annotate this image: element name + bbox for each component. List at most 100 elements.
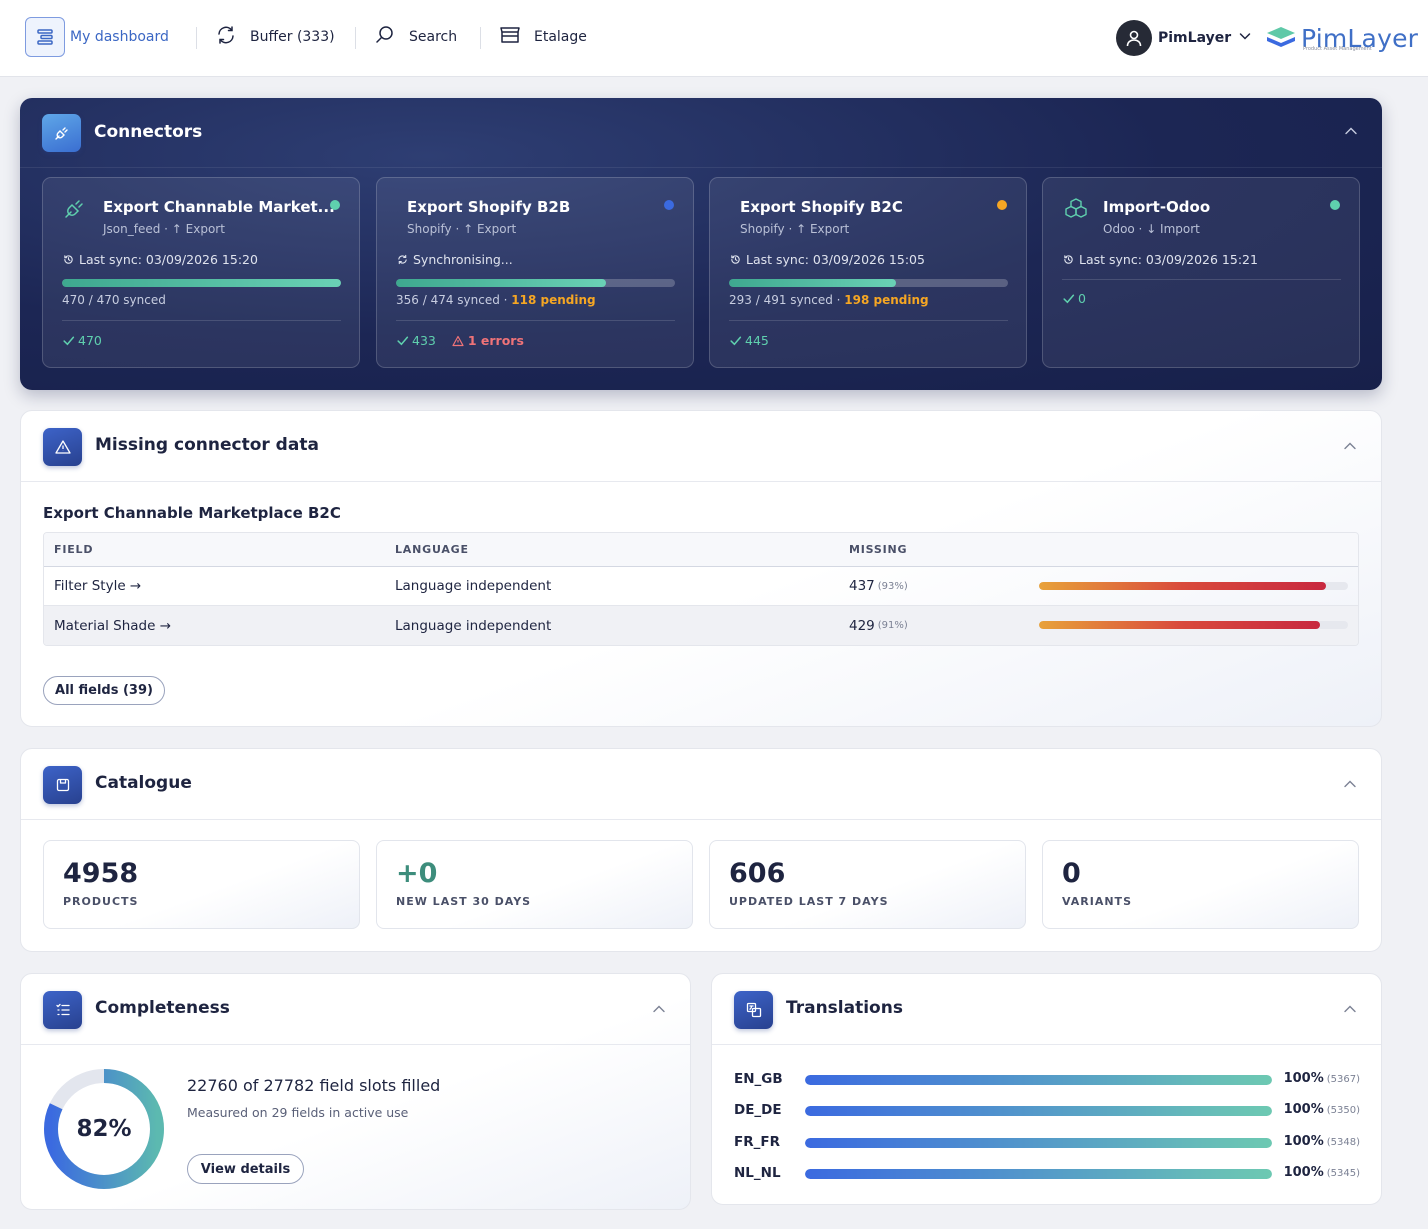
nav-etalage-label: Etalage <box>534 29 587 45</box>
missing-count: 429 (91%) <box>849 606 908 645</box>
translation-bar <box>805 1169 1272 1179</box>
translation-bar-fill <box>805 1075 1272 1085</box>
translation-bar <box>805 1138 1272 1148</box>
nav-my-dashboard[interactable]: My dashboard <box>25 17 169 57</box>
success-count-value: 0 <box>1078 291 1086 306</box>
missing-count-value: 429 <box>849 617 875 634</box>
check-icon <box>397 336 409 346</box>
connector-card[interactable]: Export Channable Market... Json_feed · ↑… <box>42 177 360 368</box>
catalogue-header: Catalogue <box>21 749 1381 820</box>
translations-header: Translations <box>712 974 1381 1045</box>
nav-etalage[interactable]: Etalage <box>498 17 587 57</box>
field-link[interactable]: Filter Style → <box>54 567 141 605</box>
language-code: FR_FR <box>734 1134 780 1150</box>
field-link[interactable]: Material Shade → <box>54 606 171 645</box>
kpi-value: +0 <box>396 858 438 889</box>
catalogue-panel: Catalogue 4958 PRODUCTS +0 NEW LAST 30 D… <box>20 748 1382 952</box>
missing-count: 437 (93%) <box>849 567 908 605</box>
connector-card[interactable]: Import-Odoo Odoo · ↓ Import Last sync: 0… <box>1042 177 1360 368</box>
chevron-down-icon <box>1238 29 1252 47</box>
nav-buffer[interactable]: Buffer (333) <box>215 17 335 57</box>
user-menu[interactable]: PimLayer <box>1116 20 1252 56</box>
translation-value: 100% (5367) <box>1284 1069 1360 1090</box>
missing-data-panel: Missing connector data Export Channable … <box>20 410 1382 727</box>
collapse-chevron-icon[interactable] <box>1343 1002 1357 1016</box>
sync-progress-bar <box>729 279 1008 287</box>
check-icon <box>63 336 75 346</box>
status-dot <box>1330 200 1340 210</box>
top-navigation: My dashboard Buffer (333) Search Etalage… <box>0 0 1428 77</box>
missing-data-title: Missing connector data <box>95 435 319 455</box>
sync-progress-fill <box>396 279 606 287</box>
connector-subheading: Export Channable Marketplace B2C <box>43 504 341 522</box>
sync-status: Last sync: 03/09/2026 15:05 <box>730 252 925 267</box>
missing-bar <box>1039 621 1348 629</box>
collapse-chevron-icon[interactable] <box>1343 439 1357 453</box>
completeness-summary: 22760 of 27782 field slots filled <box>187 1076 441 1095</box>
translation-row: EN_GB 100% (5367) <box>734 1069 1360 1089</box>
synced-text: 356 / 474 synced · <box>396 293 512 307</box>
success-count-value: 445 <box>745 333 769 348</box>
missing-percent: (91%) <box>877 620 908 631</box>
translation-row: FR_FR 100% (5348) <box>734 1132 1360 1152</box>
avatar <box>1116 20 1152 56</box>
status-dot <box>997 200 1007 210</box>
nav-search[interactable]: Search <box>374 17 457 57</box>
collapse-chevron-icon[interactable] <box>1344 124 1358 138</box>
pending-text: 118 pending <box>511 293 596 307</box>
completeness-body: 82% 22760 of 27782 field slots filled Me… <box>21 1046 690 1209</box>
completeness-title: Completeness <box>95 998 230 1018</box>
kpi-value: 0 <box>1062 858 1081 889</box>
history-icon <box>1064 255 1073 264</box>
error-count-text: 1 errors <box>467 333 524 348</box>
missing-bar-fill <box>1039 621 1321 629</box>
translation-value: 100% (5350) <box>1284 1100 1360 1121</box>
translation-bar-fill <box>805 1138 1272 1148</box>
warning-icon <box>43 428 82 466</box>
error-count[interactable]: 1 errors <box>452 333 524 348</box>
kpi-card-new: +0 NEW LAST 30 DAYS <box>376 840 693 929</box>
history-icon <box>64 255 73 264</box>
all-fields-button[interactable]: All fields (39) <box>43 676 165 705</box>
connector-type: Shopify · ↑ Export <box>740 222 850 236</box>
translation-count: (5350) <box>1326 1105 1360 1116</box>
translate-icon <box>734 991 773 1029</box>
kpi-card-updated: 606 UPDATED LAST 7 DAYS <box>709 840 1026 929</box>
translation-value: 100% (5348) <box>1284 1132 1360 1153</box>
collapse-chevron-icon[interactable] <box>652 1002 666 1016</box>
synced-count: 356 / 474 synced · 118 pending <box>396 293 596 307</box>
view-details-button[interactable]: View details <box>187 1154 304 1184</box>
sync-status: Synchronising... <box>397 252 513 267</box>
completeness-percent: 82% <box>76 1116 132 1142</box>
table-row[interactable]: Material Shade → Language independent 42… <box>44 606 1358 645</box>
connector-card[interactable]: Export Shopify B2B Shopify · ↑ Export Sy… <box>376 177 694 368</box>
refresh-icon <box>215 24 237 50</box>
translation-row: DE_DE 100% (5350) <box>734 1100 1360 1120</box>
synced-text: 470 / 470 synced <box>62 293 166 307</box>
sync-text: Last sync: 03/09/2026 15:05 <box>746 252 925 267</box>
nav-separator <box>196 27 197 49</box>
success-count: 433 1 errors <box>396 333 524 348</box>
table-row[interactable]: Filter Style → Language independent 437(… <box>44 567 1358 606</box>
card-divider <box>729 320 1008 321</box>
sync-text: Synchronising... <box>413 252 513 267</box>
translation-count: (5348) <box>1326 1137 1360 1148</box>
card-divider <box>396 320 675 321</box>
sync-progress-fill <box>729 279 896 287</box>
missing-data-header: Missing connector data <box>21 411 1381 482</box>
warning-icon <box>452 335 464 346</box>
sync-progress-bar <box>396 279 675 287</box>
status-dot <box>330 200 340 210</box>
nav-dashboard-label: My dashboard <box>70 29 169 45</box>
connector-card[interactable]: Export Shopify B2C Shopify · ↑ Export La… <box>709 177 1027 368</box>
collapse-chevron-icon[interactable] <box>1343 777 1357 791</box>
translation-percent: 100% <box>1283 1102 1324 1117</box>
nav-separator <box>355 27 356 49</box>
connector-name: Export Channable Market... <box>103 198 335 216</box>
column-header-language: LANGUAGE <box>395 543 469 556</box>
translation-percent: 100% <box>1283 1134 1324 1149</box>
connectors-header: Connectors <box>20 98 1382 168</box>
history-icon <box>731 255 740 264</box>
logo-mark-icon <box>1267 27 1295 47</box>
logo-tagline: Product Asset Management <box>1303 46 1372 52</box>
